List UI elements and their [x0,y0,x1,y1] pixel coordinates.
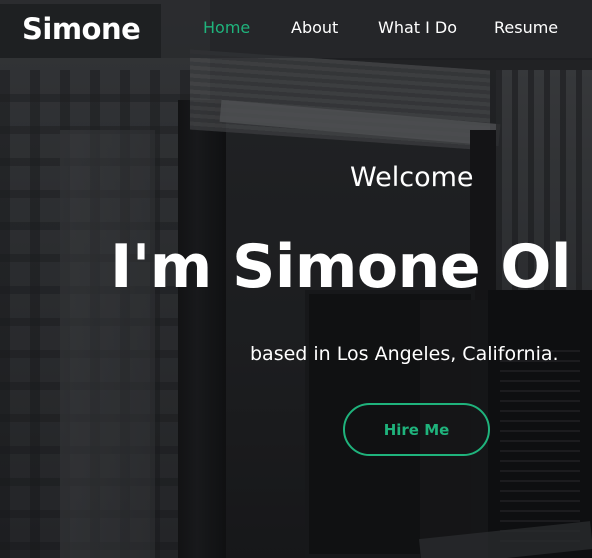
nav-link-home[interactable]: Home [203,18,250,37]
brand-logo-box[interactable]: Simone [0,4,161,58]
hero-name-heading: I'm Simone Ol [110,232,572,302]
hire-me-button[interactable]: Hire Me [343,403,490,456]
brand-logo[interactable]: Simone [22,12,141,46]
hero-welcome-heading: Welcome [350,162,474,193]
hero-subtitle: based in Los Angeles, California. [250,343,559,365]
top-navbar: Simone Home About What I Do Resume [0,0,592,58]
nav-link-about[interactable]: About [291,18,338,37]
nav-link-resume[interactable]: Resume [494,18,558,37]
nav-link-what-i-do[interactable]: What I Do [378,18,457,37]
